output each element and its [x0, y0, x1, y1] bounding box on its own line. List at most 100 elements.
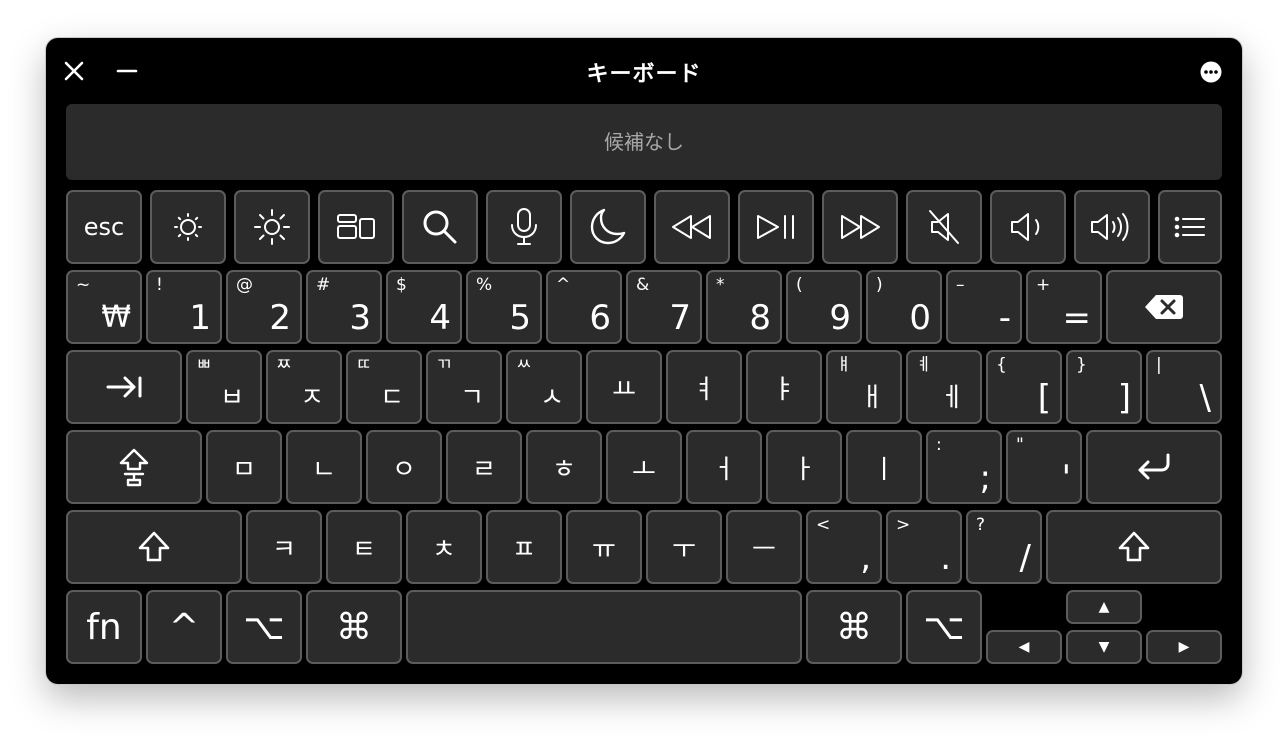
key-equal[interactable]: + =	[1026, 270, 1102, 344]
key-play-pause[interactable]	[738, 190, 814, 264]
key-shift-label: +	[1036, 275, 1051, 295]
key-main-label: ㄱ	[460, 383, 484, 413]
window-title: キーボード	[586, 62, 702, 87]
key-ya[interactable]: ㅑ	[746, 350, 822, 424]
key-mute[interactable]	[906, 190, 982, 264]
key-volume-up[interactable]	[1074, 190, 1150, 264]
microphone-icon	[511, 208, 537, 245]
key-bracket-left[interactable]: { [	[986, 350, 1062, 424]
key-p[interactable]: ㅍ	[486, 510, 562, 584]
key-7[interactable]: & 7	[626, 270, 702, 344]
key-g[interactable]: ㄲ ㄱ	[426, 350, 502, 424]
key-eu[interactable]: ㅡ	[726, 510, 802, 584]
key-semicolon[interactable]: : ;	[926, 430, 1002, 504]
key-ng[interactable]: ㅇ	[366, 430, 442, 504]
key-s[interactable]: ㅆ ㅅ	[506, 350, 582, 424]
key-0[interactable]: ) 0	[866, 270, 942, 344]
key-control[interactable]: ^	[146, 590, 222, 664]
more-options-button[interactable]	[1200, 61, 1222, 83]
mission-control-icon	[337, 214, 375, 239]
key-e[interactable]: ㅖ ㅔ	[906, 350, 982, 424]
key-yo[interactable]: ㅛ	[586, 350, 662, 424]
key-caps-lock[interactable]	[66, 430, 202, 504]
key-option-right[interactable]: ⌥	[906, 590, 982, 664]
key-won[interactable]: ~ ₩	[66, 270, 142, 344]
key-shift-label: *	[716, 275, 725, 295]
key-shift-left[interactable]	[66, 510, 242, 584]
key-shift-label: ㄸ	[356, 355, 372, 375]
key-main-label: ㅐ	[860, 383, 884, 413]
key-b[interactable]: ㅃ ㅂ	[186, 350, 262, 424]
key-4[interactable]: $ 4	[386, 270, 462, 344]
key-o[interactable]: ㅗ	[606, 430, 682, 504]
key-2[interactable]: @ 2	[226, 270, 302, 344]
key-arrow-down[interactable]: ▼	[1066, 630, 1142, 664]
key-main-label: ;	[979, 458, 991, 498]
key-8[interactable]: * 8	[706, 270, 782, 344]
key-yeo[interactable]: ㅕ	[666, 350, 742, 424]
key-t[interactable]: ㅌ	[326, 510, 402, 584]
key-shift-label: !	[156, 275, 163, 295]
key-rewind[interactable]	[654, 190, 730, 264]
key-5[interactable]: % 5	[466, 270, 542, 344]
key-ch[interactable]: ㅊ	[406, 510, 482, 584]
key-fast-forward[interactable]	[822, 190, 898, 264]
key-shift-label: ㅒ	[836, 355, 852, 375]
key-arrow-right[interactable]: ▶	[1146, 630, 1222, 664]
key-d[interactable]: ㄸ ㄷ	[346, 350, 422, 424]
key-i[interactable]: ㅣ	[846, 430, 922, 504]
key-r[interactable]: ㄹ	[446, 430, 522, 504]
key-brightness-down[interactable]	[150, 190, 226, 264]
key-9[interactable]: ( 9	[786, 270, 862, 344]
key-u[interactable]: ㅜ	[646, 510, 722, 584]
key-backslash[interactable]: | \	[1146, 350, 1222, 424]
key-h[interactable]: ㅎ	[526, 430, 602, 504]
key-command-left[interactable]: ⌘	[306, 590, 402, 664]
key-space[interactable]	[406, 590, 802, 664]
key-shift-label: ~	[76, 275, 91, 295]
key-arrow-left[interactable]: ◀	[986, 630, 1062, 664]
key-arrow-up[interactable]: ▲	[1066, 590, 1142, 624]
key-ae[interactable]: ㅒ ㅐ	[826, 350, 902, 424]
key-delete[interactable]	[1106, 270, 1222, 344]
key-do-not-disturb[interactable]	[570, 190, 646, 264]
volume-up-icon	[1091, 213, 1129, 241]
key-main-label: 6	[589, 298, 611, 338]
key-k[interactable]: ㅋ	[246, 510, 322, 584]
key-brightness-up[interactable]	[234, 190, 310, 264]
key-list[interactable]	[1158, 190, 1222, 264]
key-a[interactable]: ㅏ	[766, 430, 842, 504]
key-j[interactable]: ㅉ ㅈ	[266, 350, 342, 424]
key-minus[interactable]: – -	[946, 270, 1022, 344]
brightness-up-icon	[254, 209, 290, 245]
key-period[interactable]: > .	[886, 510, 962, 584]
key-main-label: ㅅ	[540, 383, 564, 413]
key-main-label: ㅡ	[752, 534, 776, 565]
key-shift-right[interactable]	[1046, 510, 1222, 584]
key-eo[interactable]: ㅓ	[686, 430, 762, 504]
key-bracket-right[interactable]: } ]	[1066, 350, 1142, 424]
key-quote[interactable]: " '	[1006, 430, 1082, 504]
key-n[interactable]: ㄴ	[286, 430, 362, 504]
mute-icon	[929, 210, 959, 244]
key-fn[interactable]: fn	[66, 590, 142, 664]
key-spotlight[interactable]	[402, 190, 478, 264]
key-main-label: ㅏ	[792, 454, 816, 485]
key-1[interactable]: ! 1	[146, 270, 222, 344]
arrow-right-icon: ▶	[1178, 639, 1190, 655]
key-6[interactable]: ^ 6	[546, 270, 622, 344]
key-m[interactable]: ㅁ	[206, 430, 282, 504]
key-option-left[interactable]: ⌥	[226, 590, 302, 664]
key-mission-control[interactable]	[318, 190, 394, 264]
key-volume-down[interactable]	[990, 190, 1066, 264]
key-return[interactable]	[1086, 430, 1222, 504]
key-3[interactable]: # 3	[306, 270, 382, 344]
key-command-right[interactable]: ⌘	[806, 590, 902, 664]
key-comma[interactable]: < ,	[806, 510, 882, 584]
key-main-label: ₩	[101, 300, 131, 335]
key-esc[interactable]: esc	[66, 190, 142, 264]
key-dictation[interactable]	[486, 190, 562, 264]
key-tab[interactable]	[66, 350, 182, 424]
key-yu[interactable]: ㅠ	[566, 510, 642, 584]
key-slash[interactable]: ? /	[966, 510, 1042, 584]
